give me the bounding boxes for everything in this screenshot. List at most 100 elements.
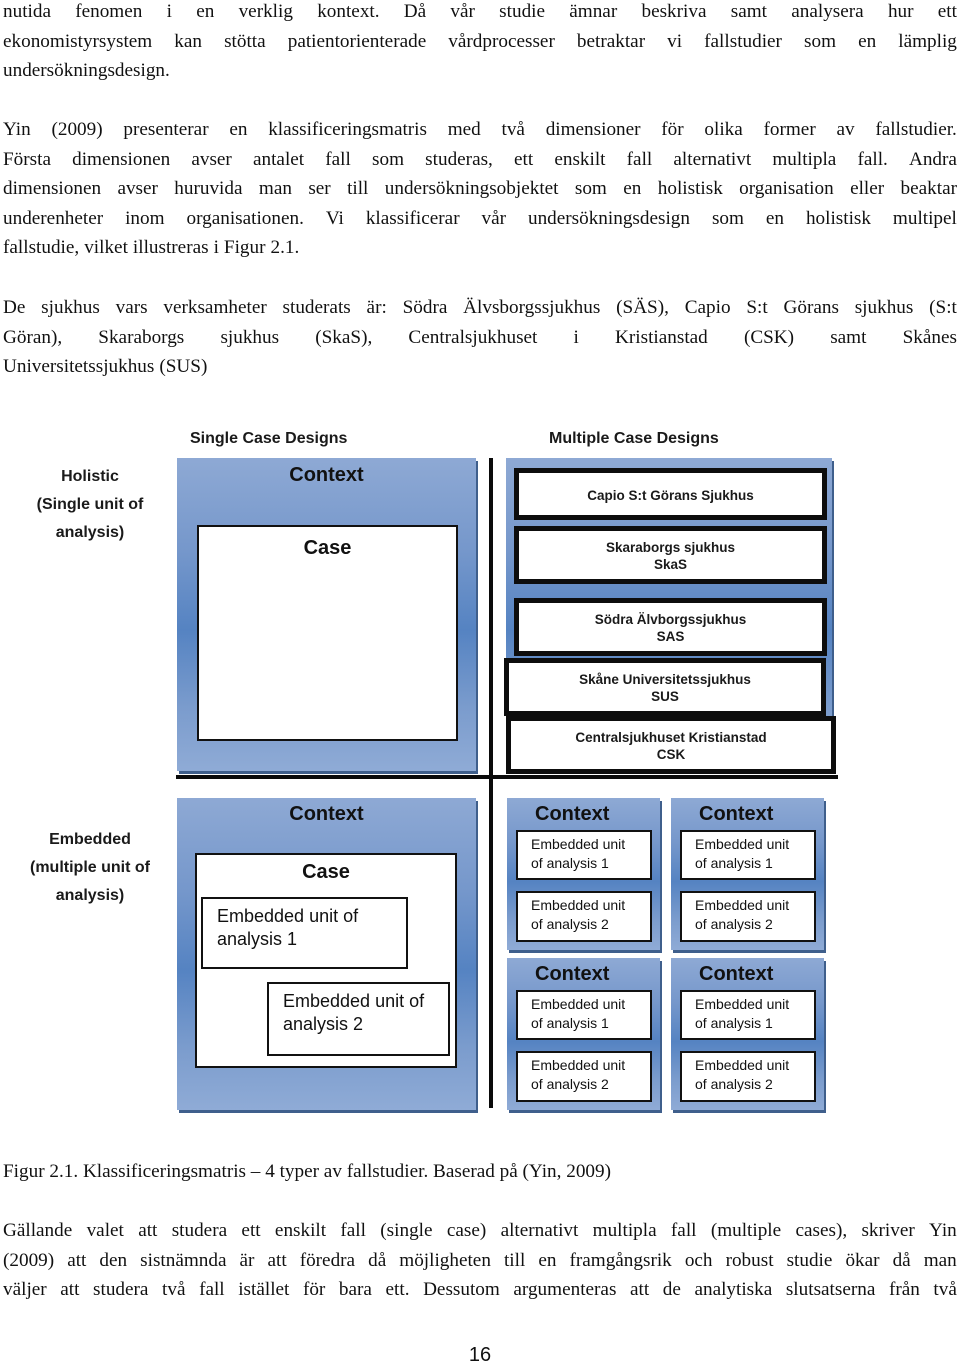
context-single-embedded: Context Case Embedded unit of analysis 1…	[177, 798, 476, 1110]
word: analysera	[791, 1, 864, 22]
word: av	[836, 119, 855, 140]
word: enskilt	[554, 148, 606, 170]
word: studera	[93, 1279, 149, 1301]
text-line: underenheter inom organisationen. Vi klassif…	[3, 204, 957, 234]
word: (2009)	[51, 119, 103, 140]
figure-caption: Figur 2.1. Klassificeringsmatris – 4 typ…	[3, 1161, 612, 1182]
word: (S:t	[929, 297, 957, 318]
word: ett	[241, 1220, 261, 1241]
unit-label-line: Embedded unit	[695, 1057, 790, 1073]
unit-label-line: of analysis 2	[531, 916, 609, 932]
word: Södra	[402, 297, 448, 318]
row-label-embedded: Embedded (multiple unit of analysis)	[15, 826, 165, 910]
word: att	[267, 1249, 287, 1271]
row-label-line: Embedded	[49, 831, 131, 848]
word: Görans	[783, 297, 839, 318]
word: väljer	[3, 1279, 47, 1301]
word: avser	[191, 148, 232, 170]
word: sjukhus	[854, 297, 914, 318]
embedded-unit-box-2: Embedded unit of analysis 2	[516, 1051, 652, 1102]
word: man	[923, 1249, 957, 1271]
word: fallstudier	[704, 30, 782, 52]
unit-label-line: Embedded unit	[695, 996, 790, 1012]
word: en	[765, 207, 784, 229]
word: vår	[481, 207, 507, 229]
word: föredra	[299, 1249, 356, 1271]
word: för	[302, 1279, 326, 1301]
word: beskriva	[641, 1, 707, 22]
word: med	[447, 119, 481, 140]
word: i	[166, 1, 172, 22]
word: studeras,	[425, 148, 493, 170]
text-line: väljer att studera två fall istället för bara et…	[3, 1275, 957, 1305]
word: Gällande	[3, 1220, 73, 1241]
word: fenomen	[75, 1, 143, 22]
unit-label-line: analysis 1	[217, 929, 298, 949]
text-line: Yin (2009) presenterar en klassificeringsmat…	[3, 115, 957, 145]
word: Skånes	[902, 326, 957, 348]
word: enskilt	[274, 1220, 327, 1241]
word: Vi	[325, 207, 344, 229]
word: som	[711, 207, 744, 229]
word: klassificerar	[365, 207, 460, 229]
word: presenterar	[123, 119, 209, 140]
word: dimensionen	[3, 178, 102, 200]
unit-label-line: Embedded unit	[531, 836, 626, 852]
unit-label-line: of analysis 1	[531, 1015, 609, 1031]
word: (single	[380, 1220, 433, 1241]
word: Yin	[3, 119, 31, 140]
word: är	[239, 1249, 255, 1271]
text-line: (2009) att den sistnämnda är att föredra då möjl…	[3, 1246, 957, 1276]
word: vår	[450, 1, 475, 22]
word: fall	[670, 1220, 697, 1241]
word: S:t	[746, 297, 768, 318]
word: eller	[850, 178, 885, 200]
word: betraktar	[576, 30, 646, 52]
word: framgångsrik	[569, 1249, 672, 1271]
word: fall	[325, 148, 351, 170]
word: Göran),	[3, 326, 63, 348]
row-label-line: analysis)	[55, 524, 125, 541]
word: (SUS)	[159, 356, 208, 378]
text-line: Universitetssjukhus (SUS)	[3, 352, 957, 382]
word: studie	[786, 1249, 833, 1271]
word: i	[573, 326, 579, 348]
word: holistisk	[805, 207, 871, 229]
word: illustreras	[132, 237, 209, 259]
paragraph-single-vs-multiple: Gällande valet att studera ett enskilt fall (si…	[3, 1216, 957, 1305]
word: beaktar	[900, 178, 957, 200]
text-line: fallstudie, vilket illustreras i Figur 2.1.	[3, 233, 957, 263]
embedded-unit-box-2: Embedded unit of analysis 2	[267, 982, 450, 1056]
case-label: Case	[302, 861, 350, 883]
word: multipel	[892, 207, 957, 229]
word: multipla	[592, 1220, 657, 1241]
hospital-name: Södra Älvborgssjukhus	[594, 612, 747, 627]
unit-label-line: of analysis 1	[531, 855, 609, 871]
word: en	[623, 178, 642, 200]
word: att	[60, 1279, 80, 1301]
word: (CSK)	[743, 326, 795, 348]
word: argumenteras	[513, 1279, 617, 1301]
word: underenheter	[3, 207, 104, 229]
row-label-line: (multiple unit of	[30, 859, 150, 876]
word: fall	[340, 1220, 366, 1241]
context-multiple-holistic: Capio S:t Görans Sjukhus Skaraborgs sjukh…	[504, 458, 836, 774]
context-label: Context	[535, 963, 610, 985]
word: slutsatserna	[785, 1279, 876, 1301]
word: bara	[338, 1279, 372, 1301]
word: holistisk	[657, 178, 723, 200]
context-label: Context	[289, 803, 364, 825]
word: Då	[403, 1, 427, 22]
word: hur	[887, 1, 914, 22]
word: är:	[366, 297, 387, 318]
word: som	[804, 30, 837, 52]
hospital-name: Capio S:t Görans Sjukhus	[587, 488, 754, 503]
word: Älvsborgssjukhus	[463, 297, 601, 318]
word: vilket	[84, 237, 128, 259]
word: sjukhus	[41, 297, 100, 318]
unit-label-line: Embedded unit	[531, 1057, 626, 1073]
word: samt	[730, 1, 767, 22]
word: undersökningsdesign.	[3, 60, 170, 82]
word: vårdprocesser	[448, 30, 555, 52]
hospital-abbreviation: SAS	[656, 629, 685, 644]
